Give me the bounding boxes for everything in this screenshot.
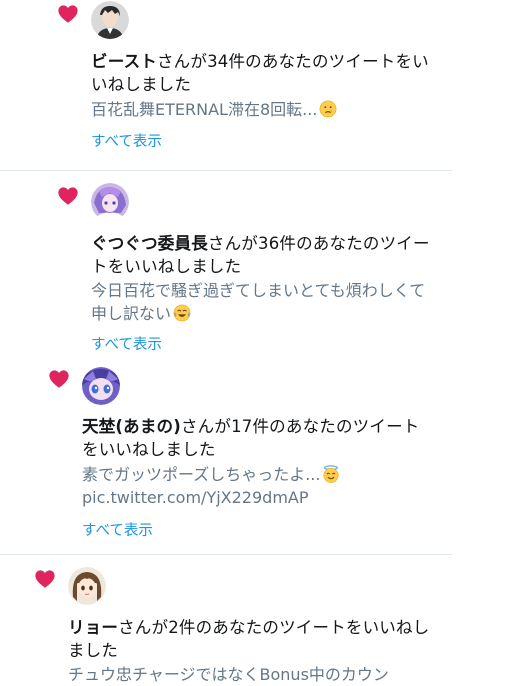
- notification-text: ぐつぐつ委員長さんが36件のあなたのツイートをいいねしました: [91, 232, 441, 278]
- tweet-preview-link[interactable]: pic.twitter.com/YjX229dmAP: [82, 488, 309, 507]
- show-all-link[interactable]: すべて表示: [82, 521, 153, 541]
- avatar[interactable]: [82, 367, 120, 405]
- heart-icon: [35, 570, 55, 588]
- tweet-preview[interactable]: チュウ忠チャージではなくBonus中のカウン: [68, 663, 448, 686]
- notification-item[interactable]: リョーさんが2件のあなたのツイートをいいねしました チュウ忠チャージではなくBo…: [0, 555, 510, 684]
- notification-item[interactable]: ぐつぐつ委員長さんが36件のあなたのツイートをいいねしました 今日百花で騒ぎ過ぎ…: [0, 171, 510, 365]
- user-name[interactable]: ぐつぐつ委員長: [91, 234, 208, 253]
- notification-item[interactable]: 天埜(あまの)さんが17件のあなたのツイートをいいねしました 素でガッツポーズし…: [0, 364, 510, 554]
- avatar[interactable]: [91, 1, 129, 39]
- show-all-link[interactable]: すべて表示: [91, 132, 162, 152]
- tweet-preview[interactable]: 今日百花で騒ぎ過ぎてしまいとても煩わしくて申し訳ない: [91, 279, 436, 325]
- heart-icon: [49, 370, 69, 388]
- notification-text: 天埜(あまの)さんが17件のあなたのツイートをいいねしました: [82, 415, 427, 461]
- tweet-preview-text: 今日百花で騒ぎ過ぎてしまいとても煩わしくて申し訳ない: [91, 281, 426, 323]
- tweet-preview-text: 百花乱舞ETERNAL滞在8回転...: [91, 100, 318, 119]
- show-all-link[interactable]: すべて表示: [91, 335, 162, 355]
- heart-icon: [58, 5, 78, 23]
- crying-face-emoji: [320, 100, 337, 118]
- tweet-preview-text: チュウ忠チャージではなくBonus中のカウン: [68, 665, 389, 684]
- tweet-preview-text: 素でガッツポーズしちゃったよ...: [82, 465, 321, 484]
- avatar[interactable]: [91, 183, 129, 221]
- user-name[interactable]: ビースト: [91, 52, 157, 71]
- user-name[interactable]: 天埜(あまの): [82, 417, 181, 436]
- tears-of-joy-emoji: [173, 304, 191, 322]
- tweet-preview[interactable]: 百花乱舞ETERNAL滞在8回転...: [91, 98, 441, 121]
- notification-text: ビーストさんが34件のあなたのツイートをいいねしました: [91, 50, 441, 96]
- user-name[interactable]: リョー: [68, 618, 118, 637]
- notification-action: さんが2件のあなたのツイートをいいねしました: [68, 618, 430, 660]
- notification-item[interactable]: ビーストさんが34件のあなたのツイートをいいねしました 百花乱舞ETERNAL滞…: [0, 0, 510, 170]
- avatar[interactable]: [68, 567, 106, 605]
- notification-text: リョーさんが2件のあなたのツイートをいいねしました: [68, 616, 443, 662]
- heart-icon: [58, 187, 78, 205]
- tweet-preview[interactable]: 素でガッツポーズしちゃったよ... pic.twitter.com/YjX229…: [82, 463, 427, 509]
- smiling-face-with-halo-emoji: [323, 465, 339, 483]
